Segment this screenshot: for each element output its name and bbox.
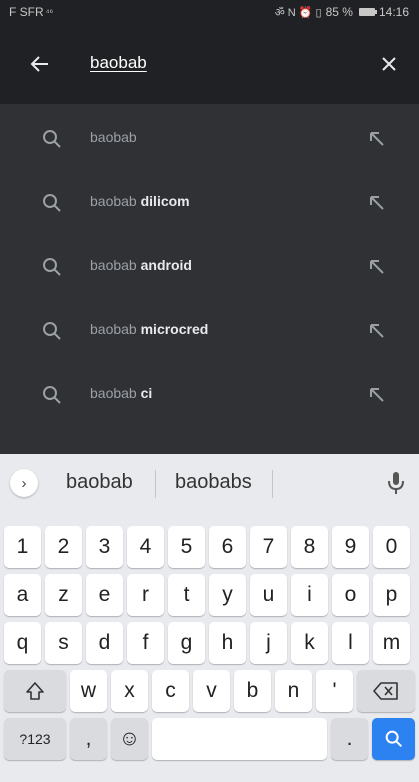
key-f[interactable]: f <box>127 622 164 664</box>
space-key[interactable] <box>152 718 327 760</box>
expand-suggestions-button[interactable]: › <box>10 469 38 497</box>
fill-query-arrow-icon[interactable] <box>365 127 389 151</box>
backspace-icon <box>373 682 398 700</box>
search-input[interactable]: baobab <box>90 53 147 73</box>
key-8[interactable]: 8 <box>291 526 328 568</box>
symbols-key[interactable]: ?123 <box>4 718 66 760</box>
emoji-key[interactable]: ☺ <box>111 718 148 760</box>
suggestion-item[interactable]: baobab microcred <box>0 299 419 363</box>
search-icon <box>43 322 61 340</box>
shift-icon <box>26 682 44 700</box>
key-s[interactable]: s <box>45 622 82 664</box>
close-icon <box>382 57 396 71</box>
shift-key[interactable] <box>4 670 66 712</box>
fill-query-arrow-icon[interactable] <box>365 383 389 407</box>
clear-button[interactable] <box>373 48 405 80</box>
clock: 14:16 <box>378 5 409 19</box>
status-left: F SFR ⁴⁶ <box>9 5 53 19</box>
key-e[interactable]: e <box>86 574 123 616</box>
key-k[interactable]: k <box>291 622 328 664</box>
keyboard-suggestion-bar: › baobab baobabs <box>0 454 419 512</box>
key-5[interactable]: 5 <box>168 526 205 568</box>
key-d[interactable]: d <box>86 622 123 664</box>
signal-icon: ⁴⁶ <box>45 7 54 17</box>
suggestion-item[interactable]: baobab <box>0 107 419 171</box>
key-x[interactable]: x <box>111 670 148 712</box>
key-6[interactable]: 6 <box>209 526 246 568</box>
suggestion-text: baobab ci <box>90 385 153 401</box>
key-r[interactable]: r <box>127 574 164 616</box>
key-l[interactable]: l <box>332 622 369 664</box>
key-q[interactable]: q <box>4 622 41 664</box>
word-suggestion[interactable]: baobabs <box>175 471 252 494</box>
suggestion-text: baobab <box>90 129 137 145</box>
key-i[interactable]: i <box>291 574 328 616</box>
key-t[interactable]: t <box>168 574 205 616</box>
key-m[interactable]: m <box>373 622 410 664</box>
period-key[interactable]: . <box>331 718 368 760</box>
key-o[interactable]: o <box>332 574 369 616</box>
suggestion-item[interactable]: baobab android <box>0 235 419 299</box>
status-bar: F SFR ⁴⁶ ॐ N ⏰ ▯ 85 % 14:16 <box>0 0 419 24</box>
fill-query-arrow-icon[interactable] <box>365 255 389 279</box>
key-v[interactable]: v <box>193 670 230 712</box>
key-7[interactable]: 7 <box>250 526 287 568</box>
carrier-label: F SFR <box>9 5 44 19</box>
arrow-left-icon <box>30 56 48 72</box>
search-icon <box>43 258 61 276</box>
battery-percent: 85 % <box>325 5 353 19</box>
keyboard: › baobab baobabs 1 2 3 4 5 6 7 8 9 0 a z… <box>0 454 419 782</box>
search-header: baobab <box>0 24 419 104</box>
suggestion-item[interactable]: baobab ci <box>0 363 419 427</box>
backspace-key[interactable] <box>357 670 415 712</box>
key-p[interactable]: p <box>373 574 410 616</box>
search-key[interactable] <box>372 718 415 760</box>
notification-icons: ॐ N ⏰ ▯ <box>274 6 322 19</box>
search-icon <box>43 386 61 404</box>
search-icon <box>385 730 402 748</box>
search-icon <box>43 194 61 212</box>
fill-query-arrow-icon[interactable] <box>365 191 389 215</box>
key-h[interactable]: h <box>209 622 246 664</box>
key-3[interactable]: 3 <box>86 526 123 568</box>
key-1[interactable]: 1 <box>4 526 41 568</box>
key-w[interactable]: w <box>70 670 107 712</box>
microphone-icon[interactable] <box>385 469 407 497</box>
key-n[interactable]: n <box>275 670 312 712</box>
key-a[interactable]: a <box>4 574 41 616</box>
key-4[interactable]: 4 <box>127 526 164 568</box>
suggestions-list: baobab baobab dilicom baobab android bao… <box>0 104 419 454</box>
suggestion-text: baobab android <box>90 257 192 273</box>
suggestion-text: baobab microcred <box>90 321 209 337</box>
key-0[interactable]: 0 <box>373 526 410 568</box>
key-j[interactable]: j <box>250 622 287 664</box>
battery-icon <box>358 8 377 16</box>
search-icon <box>43 130 61 148</box>
suggestion-divider <box>155 470 156 498</box>
back-button[interactable] <box>24 48 56 80</box>
suggestion-divider <box>272 470 273 498</box>
suggestion-item[interactable]: baobab dilicom <box>0 171 419 235</box>
word-suggestion[interactable]: baobab <box>66 471 133 494</box>
key-y[interactable]: y <box>209 574 246 616</box>
fill-query-arrow-icon[interactable] <box>365 319 389 343</box>
comma-key[interactable]: , <box>70 718 107 760</box>
key-g[interactable]: g <box>168 622 205 664</box>
key-c[interactable]: c <box>152 670 189 712</box>
key-9[interactable]: 9 <box>332 526 369 568</box>
key-2[interactable]: 2 <box>45 526 82 568</box>
key-b[interactable]: b <box>234 670 271 712</box>
status-right: ॐ N ⏰ ▯ 85 % 14:16 <box>275 5 409 20</box>
chevron-right-icon: › <box>21 474 27 492</box>
key-u[interactable]: u <box>250 574 287 616</box>
key-z[interactable]: z <box>45 574 82 616</box>
suggestion-text: baobab dilicom <box>90 193 190 209</box>
key-apostrophe[interactable]: ' <box>316 670 353 712</box>
